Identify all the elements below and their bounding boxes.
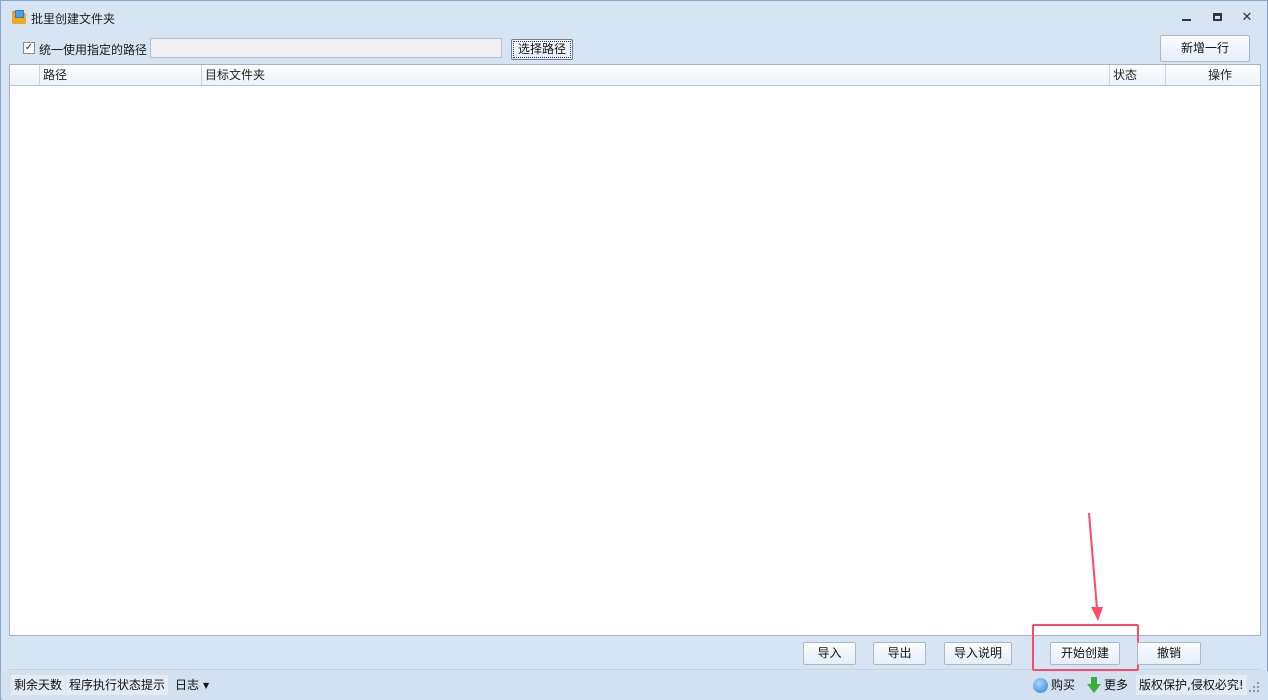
column-header-operation[interactable]: 操作 [1166, 65, 1260, 85]
start-create-button[interactable]: 开始创建 [1050, 642, 1120, 665]
app-window: 批里创建文件夹 ✕ ✓ 统一使用指定的路径 选择路径 新增一行 路径 目标文件夹… [0, 0, 1268, 700]
resize-grip-icon[interactable] [1248, 681, 1260, 693]
grid-header: 路径 目标文件夹 状态 操作 [10, 65, 1260, 86]
column-header-target-folder[interactable]: 目标文件夹 [202, 65, 1110, 85]
add-row-button[interactable]: 新增一行 [1160, 35, 1250, 62]
folder-grid: 路径 目标文件夹 状态 操作 [9, 64, 1261, 636]
log-label: 日志 [175, 678, 200, 692]
minimize-icon[interactable] [1177, 9, 1195, 25]
folder-app-icon [11, 10, 27, 25]
status-bar: 剩余天数 程序执行状态提示 日志 ▼ 购买 更多 版权保护,侵权必究! [2, 671, 1268, 700]
annotation-arrow [1088, 512, 1103, 621]
download-arrow-icon [1087, 677, 1101, 693]
column-header-index [10, 65, 40, 85]
copyright-label: 版权保护,侵权必究! [1136, 675, 1247, 695]
use-path-checkbox[interactable]: ✓ [23, 42, 35, 54]
path-input[interactable] [150, 38, 502, 58]
title-bar: 批里创建文件夹 ✕ [1, 1, 1267, 33]
more-link[interactable]: 更多 [1084, 675, 1131, 695]
toolbar: ✓ 统一使用指定的路径 选择路径 新增一行 [9, 34, 1261, 64]
column-header-status[interactable]: 状态 [1110, 65, 1166, 85]
action-bar: 导入 导出 导入说明 开始创建 撤销 [9, 624, 1261, 671]
buy-label: 购买 [1051, 678, 1076, 692]
export-button[interactable]: 导出 [873, 642, 926, 665]
status-hint-label: 程序执行状态提示 [66, 675, 169, 695]
use-path-label: 统一使用指定的路径 [39, 43, 148, 57]
select-path-button[interactable]: 选择路径 [511, 39, 573, 60]
remaining-days-label: 剩余天数 [11, 675, 66, 695]
import-help-button[interactable]: 导入说明 [944, 642, 1012, 665]
import-button[interactable]: 导入 [803, 642, 856, 665]
window-title: 批里创建文件夹 [31, 12, 116, 26]
caret-down-icon: ▼ [203, 681, 210, 690]
cancel-button[interactable]: 撤销 [1137, 642, 1201, 665]
maximize-icon[interactable] [1208, 9, 1226, 25]
more-label: 更多 [1104, 678, 1129, 692]
log-dropdown[interactable]: 日志 ▼ [172, 675, 212, 695]
buy-icon [1033, 677, 1048, 693]
close-icon[interactable]: ✕ [1238, 9, 1256, 25]
buy-link[interactable]: 购买 [1030, 675, 1078, 695]
grid-body[interactable] [10, 86, 1260, 635]
column-header-path[interactable]: 路径 [40, 65, 202, 85]
